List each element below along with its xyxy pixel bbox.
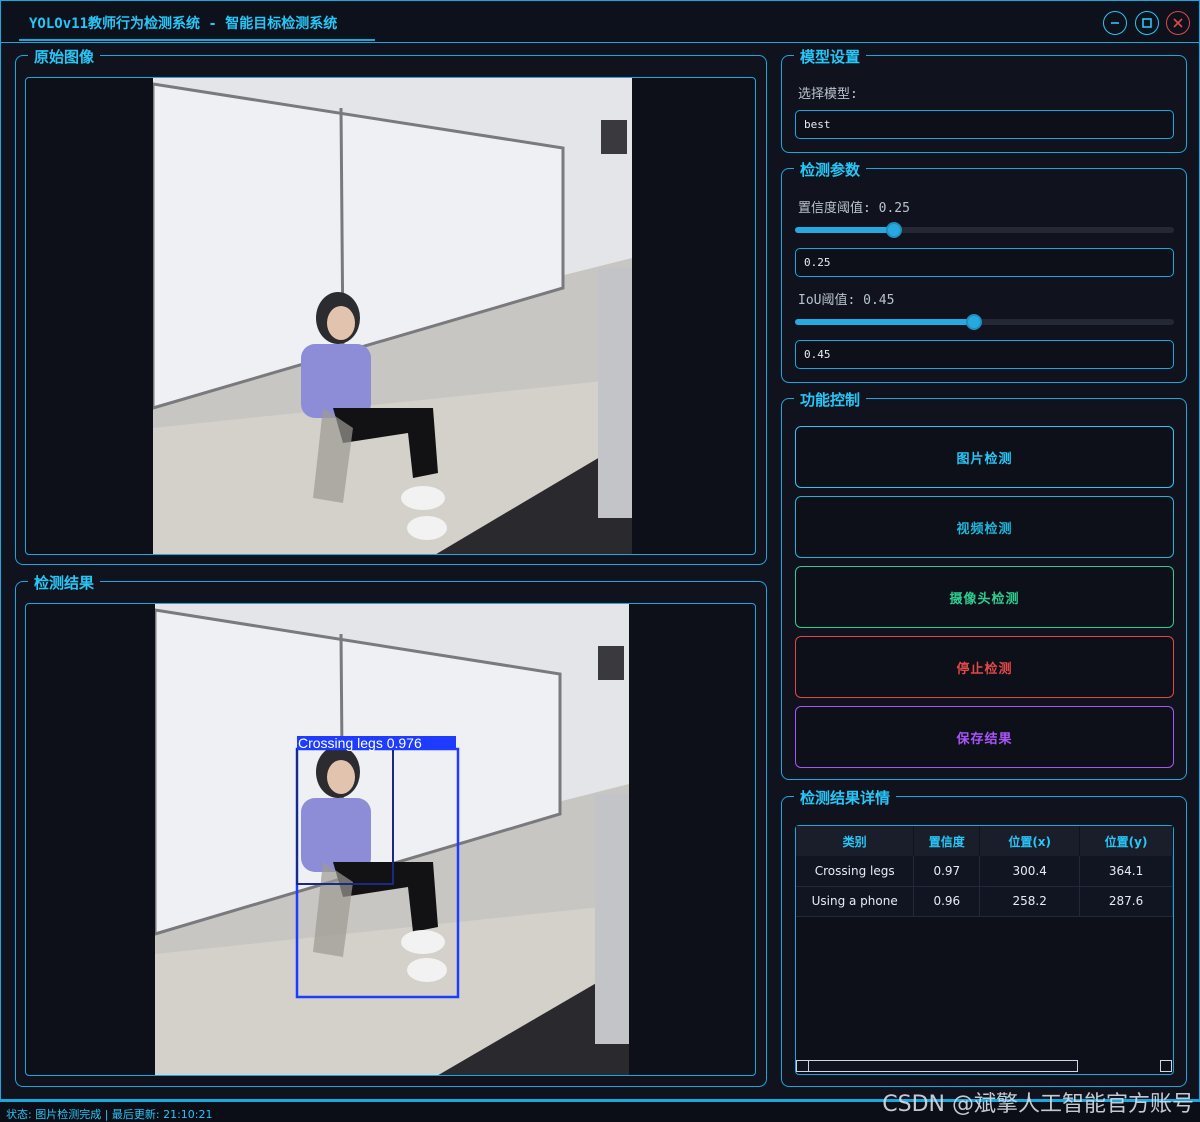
result-image-frame: Crossing legs 0.976 (25, 603, 756, 1076)
minimize-icon (1111, 22, 1119, 24)
details-title: 检测结果详情 (794, 787, 897, 808)
close-icon (1173, 18, 1183, 28)
iou-threshold-label: IoU阈值: 0.45 (798, 293, 895, 308)
iou-threshold-slider[interactable] (795, 314, 1174, 330)
iou-slider-fill (795, 319, 974, 325)
model-settings-title: 模型设置 (794, 46, 867, 67)
minimize-button[interactable] (1103, 11, 1127, 35)
cell-x: 300.4 (979, 856, 1081, 887)
table-row[interactable]: Using a phone 0.96 258.2 287.6 (796, 886, 1173, 917)
cell-x: 258.2 (979, 886, 1081, 917)
table-header-row: 类别 置信度 位置(x) 位置(y) (796, 826, 1173, 856)
window-title: YOLOv11教师行为检测系统 - 智能目标检测系统 (29, 16, 338, 32)
size-grip[interactable] (1160, 1060, 1172, 1072)
original-photo (153, 78, 632, 554)
original-image-title: 原始图像 (28, 46, 101, 67)
conf-slider-fill (795, 227, 894, 233)
model-select[interactable]: best (795, 110, 1174, 139)
original-image-frame (25, 77, 756, 555)
horizontal-scrollbar[interactable] (796, 1060, 1078, 1072)
camera-detect-button[interactable]: 摄像头检测 (795, 566, 1174, 628)
detection-label: Crossing legs 0.976 (298, 735, 422, 751)
app-window: YOLOv11教师行为检测系统 - 智能目标检测系统 原始图像 检测结果 Cro… (0, 0, 1200, 1100)
results-table: 类别 置信度 位置(x) 位置(y) Crossing legs 0.97 30… (796, 826, 1173, 917)
select-model-label: 选择模型: (798, 87, 858, 102)
result-photo: Crossing legs 0.976 (155, 604, 629, 1075)
title-bar: YOLOv11教师行为检测系统 - 智能目标检测系统 (1, 1, 1199, 43)
iou-slider-handle[interactable] (966, 314, 982, 330)
col-header-x[interactable]: 位置(x) (979, 826, 1081, 856)
conf-threshold-label: 置信度阈值: 0.25 (798, 201, 910, 216)
detection-params-title: 检测参数 (794, 159, 867, 180)
function-control-title: 功能控制 (794, 389, 867, 410)
status-text: 状态: 图片检测完成 | 最后更新: 21:10:21 (6, 1108, 213, 1121)
iou-threshold-input[interactable]: 0.45 (795, 340, 1174, 369)
watermark: CSDN @斌擎人工智能官方账号 (882, 1092, 1194, 1117)
cell-class: Using a phone (796, 886, 915, 917)
cell-y: 364.1 (1079, 856, 1173, 887)
conf-threshold-slider[interactable] (795, 222, 1174, 238)
image-detect-button[interactable]: 图片检测 (795, 426, 1174, 488)
result-image-title: 检测结果 (28, 572, 101, 593)
cell-y: 287.6 (1079, 886, 1173, 917)
maximize-icon (1142, 18, 1152, 28)
save-results-button[interactable]: 保存结果 (795, 706, 1174, 768)
cell-confidence: 0.96 (913, 886, 981, 917)
cell-confidence: 0.97 (913, 856, 981, 887)
maximize-button[interactable] (1135, 11, 1159, 35)
col-header-class[interactable]: 类别 (796, 826, 915, 856)
video-detect-button[interactable]: 视频检测 (795, 496, 1174, 558)
close-button[interactable] (1166, 11, 1190, 35)
conf-slider-handle[interactable] (886, 222, 902, 238)
title-underline (19, 39, 375, 41)
conf-threshold-input[interactable]: 0.25 (795, 248, 1174, 277)
table-row[interactable]: Crossing legs 0.97 300.4 364.1 (796, 856, 1173, 887)
stop-detect-button[interactable]: 停止检测 (795, 636, 1174, 698)
col-header-confidence[interactable]: 置信度 (913, 826, 981, 856)
cell-class: Crossing legs (796, 856, 915, 887)
scroll-left-arrow[interactable] (797, 1061, 809, 1071)
col-header-y[interactable]: 位置(y) (1079, 826, 1173, 856)
